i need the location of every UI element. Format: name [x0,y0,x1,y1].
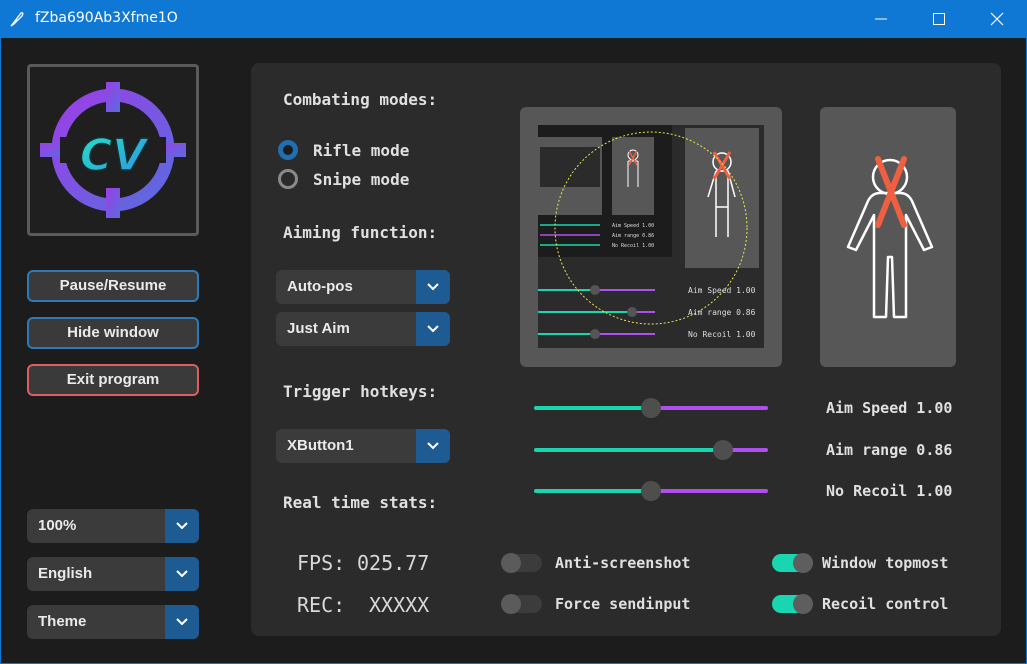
rifle-mode-label[interactable]: Rifle mode [313,141,409,160]
rec-value: XXXXX [369,593,430,617]
svg-text:Aim Speed 1.00: Aim Speed 1.00 [688,286,756,295]
chevron-down-icon[interactable] [416,270,450,304]
fps-label: FPS: [297,551,346,575]
aim-type-dropdown[interactable]: Just Aim [276,312,450,346]
svg-text:No Recoil 1.00: No Recoil 1.00 [688,330,756,339]
theme-value: Theme [38,613,87,630]
anti-screenshot-label[interactable]: Anti-screenshot [555,554,690,572]
slider-track [651,489,768,493]
fps-value: 025.77 [357,551,430,575]
close-icon [990,12,1004,26]
toggle-knob [501,594,521,614]
aim-range-label: Aim range 0.86 [826,441,953,459]
svg-text:No Recoil 1.00: No Recoil 1.00 [612,243,654,249]
hotkey-dropdown[interactable]: XButton1 [276,429,450,463]
toggle-knob [793,594,813,614]
slider-fill [534,406,651,410]
window-topmost-label[interactable]: Window topmost [822,554,948,572]
trigger-hotkeys-heading: Trigger hotkeys: [283,382,438,401]
maximize-button[interactable] [910,0,968,38]
recoil-control-label[interactable]: Recoil control [822,595,948,613]
chevron-down-icon[interactable] [165,509,199,543]
recoil-control-toggle[interactable] [772,594,813,614]
aim-position-value: Auto-pos [287,278,353,295]
slider-handle[interactable] [641,481,661,501]
minimize-button[interactable] [852,0,910,38]
snipe-mode-radio[interactable] [278,169,298,189]
slider-handle[interactable] [713,440,733,460]
combat-modes-heading: Combating modes: [283,90,438,109]
force-sendinput-toggle[interactable] [501,594,542,614]
aiming-function-heading: Aiming function: [283,223,438,242]
language-value: English [38,565,93,582]
svg-text:Aim range 0.86: Aim range 0.86 [612,233,654,239]
realtime-stats-heading: Real time stats: [283,493,438,512]
human-target-icon [846,156,934,319]
hotkey-value: XButton1 [287,437,354,454]
chevron-down-icon[interactable] [416,312,450,346]
slider-fill [534,489,651,493]
anti-screenshot-toggle[interactable] [501,553,542,573]
no-recoil-slider[interactable] [534,479,768,503]
exit-program-button[interactable]: Exit program [27,364,199,396]
maximize-icon [933,13,945,25]
language-dropdown[interactable]: English [27,557,199,591]
preview-thumbnail: Aim Speed 1.00 Aim range 0.86 No Recoil … [538,125,764,348]
preview-pane: Aim Speed 1.00 Aim range 0.86 No Recoil … [520,107,782,367]
snipe-mode-label[interactable]: Snipe mode [313,170,409,189]
zoom-value: 100% [38,517,77,534]
slider-track [651,406,768,410]
slider-fill [534,448,723,452]
svg-text:Aim Speed 1.00: Aim Speed 1.00 [612,223,654,229]
chevron-down-icon[interactable] [165,605,199,639]
aim-type-value: Just Aim [287,320,350,337]
rifle-mode-radio[interactable] [278,140,298,160]
svg-text:Aim range 0.86: Aim range 0.86 [688,308,756,317]
toggle-knob [501,553,521,573]
app-logo: CV [27,64,199,236]
crosshair-logo-icon: CV [40,82,186,218]
pause-resume-button[interactable]: Pause/Resume [27,270,199,302]
aim-position-dropdown[interactable]: Auto-pos [276,270,450,304]
aim-range-slider[interactable] [534,438,768,462]
close-button[interactable] [968,0,1026,38]
minimize-icon [875,18,887,20]
hide-window-button[interactable]: Hide window [27,317,199,349]
chevron-down-icon[interactable] [416,429,450,463]
rec-label: REC: [297,593,346,617]
logo-text: CV [80,130,149,181]
feather-icon [10,12,24,27]
aim-speed-slider[interactable] [534,396,768,420]
title-bar: fZba690Ab3Xfme1O [0,0,1027,38]
no-recoil-label: No Recoil 1.00 [826,482,953,500]
window-title: fZba690Ab3Xfme1O [35,10,178,26]
window-frame-left [0,38,1,664]
target-figure-pane [820,107,956,367]
zoom-dropdown[interactable]: 100% [27,509,199,543]
theme-dropdown[interactable]: Theme [27,605,199,639]
force-sendinput-label[interactable]: Force sendinput [555,595,690,613]
toggle-knob [793,553,813,573]
aim-speed-label: Aim Speed 1.00 [826,399,953,417]
slider-handle[interactable] [641,398,661,418]
window-topmost-toggle[interactable] [772,553,813,573]
chevron-down-icon[interactable] [165,557,199,591]
